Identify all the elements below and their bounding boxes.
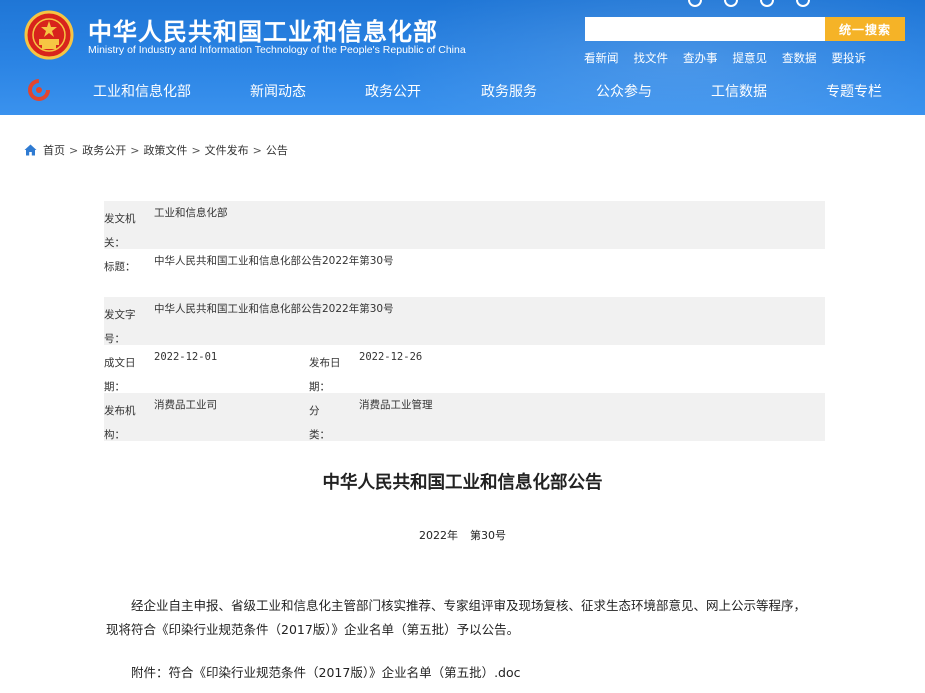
breadcrumb-separator: > [252, 144, 262, 157]
top-icons [688, 0, 832, 11]
main-nav: 工业和信息化部 新闻动态 政务公开 政务服务 公众参与 工信数据 专题专栏 [0, 79, 925, 103]
page-title: 中华人民共和国工业和信息化部公告 [322, 473, 603, 493]
meta-value-doc-no: 中华人民共和国工业和信息化部公告2022年第30号 [154, 303, 394, 315]
nav-item-ministry[interactable]: 工业和信息化部 [93, 81, 191, 101]
search-button[interactable]: 统一搜索 [825, 17, 905, 41]
nav-item-public-affairs[interactable]: 政务公开 [365, 81, 421, 101]
meta-label-publisher: 发布机构： [104, 405, 136, 441]
breadcrumb: 首页 > 政务公开 > 政策文件 > 文件发布 > 公告 [24, 142, 288, 158]
home-icon [24, 144, 37, 156]
nav-item-topics[interactable]: 专题专栏 [826, 81, 882, 101]
breadcrumb-separator: > [191, 144, 201, 157]
document-meta-table: 发文机关： 工业和信息化部 标题： 中华人民共和国工业和信息化部公告2022年第… [104, 201, 825, 441]
meta-label-title: 标题： [104, 261, 136, 273]
circle-icon[interactable] [760, 0, 774, 7]
article-body: 经企业自主申报、省级工业和信息化主管部门核实推荐、专家组评审及现场复核、征求生态… [106, 598, 807, 637]
meta-value-issuer: 工业和信息化部 [154, 207, 228, 219]
meta-label-issuer: 发文机关： [104, 213, 136, 249]
meta-row-dates: 成文日期： 2022-12-01 发布日期： 2022-12-26 [104, 345, 825, 393]
circle-icon[interactable] [688, 0, 702, 7]
quick-link-news[interactable]: 看新闻 [584, 51, 619, 65]
meta-value-written-date: 2022-12-01 [154, 351, 218, 363]
circle-icon[interactable] [796, 0, 810, 7]
circle-icon[interactable] [724, 0, 738, 7]
breadcrumb-policy-files[interactable]: 政策文件 [143, 144, 187, 157]
site-header: 中华人民共和国工业和信息化部 Ministry of Industry and … [0, 0, 925, 115]
document-serial: 第30号 [470, 529, 506, 542]
meta-label-written-date: 成文日期： [104, 357, 136, 393]
search-input[interactable] [585, 17, 825, 41]
meta-value-category: 消费品工业管理 [359, 399, 433, 411]
meta-row-publisher: 发布机构： 消费品工业司 分类： 消费品工业管理 [104, 393, 825, 441]
meta-value-publish-date: 2022-12-26 [359, 351, 423, 363]
meta-row-title: 标题： 中华人民共和国工业和信息化部公告2022年第30号 [104, 249, 825, 297]
nav-item-gov-services[interactable]: 政务服务 [481, 81, 537, 101]
nav-item-participation[interactable]: 公众参与 [596, 81, 652, 101]
breadcrumb-separator: > [69, 144, 79, 157]
site-name[interactable]: 中华人民共和国工业和信息化部 [88, 12, 438, 47]
quick-links: 看新闻 找文件 查办事 提意见 查数据 要投诉 [584, 47, 881, 66]
breadcrumb-home[interactable]: 首页 [43, 144, 65, 157]
quick-link-complaint[interactable]: 要投诉 [832, 51, 867, 65]
document-number: 2022年 第30号 [0, 527, 925, 543]
breadcrumb-file-release[interactable]: 文件发布 [205, 144, 249, 157]
nav-item-news[interactable]: 新闻动态 [250, 81, 306, 101]
breadcrumb-separator: > [130, 144, 140, 157]
quick-link-services[interactable]: 查办事 [683, 51, 718, 65]
national-emblem-icon[interactable] [24, 10, 74, 60]
nav-item-data[interactable]: 工信数据 [711, 81, 767, 101]
quick-link-feedback[interactable]: 提意见 [733, 51, 768, 65]
breadcrumb-announcement[interactable]: 公告 [266, 144, 288, 157]
breadcrumb-public-affairs[interactable]: 政务公开 [82, 144, 126, 157]
meta-label-publish-date: 发布日期： [309, 357, 341, 393]
meta-row-issuer: 发文机关： 工业和信息化部 [104, 201, 825, 249]
meta-label-category: 分类： [309, 405, 330, 441]
meta-label-doc-no: 发文字号： [104, 309, 136, 345]
site-name-english: Ministry of Industry and Information Tec… [88, 44, 466, 56]
quick-link-files[interactable]: 找文件 [634, 51, 669, 65]
meta-row-doc-no: 发文字号： 中华人民共和国工业和信息化部公告2022年第30号 [104, 297, 825, 345]
document-year: 2022年 [419, 529, 458, 542]
attachment-link[interactable]: 符合《印染行业规范条件（2017版）》企业名单（第五批）.doc [169, 665, 521, 680]
meta-value-publisher: 消费品工业司 [154, 399, 217, 411]
quick-link-data[interactable]: 查数据 [782, 51, 817, 65]
attachment-label: 附件： [131, 665, 169, 680]
meta-value-title: 中华人民共和国工业和信息化部公告2022年第30号 [154, 255, 394, 267]
attachment: 附件：符合《印染行业规范条件（2017版）》企业名单（第五批）.doc [131, 662, 521, 681]
